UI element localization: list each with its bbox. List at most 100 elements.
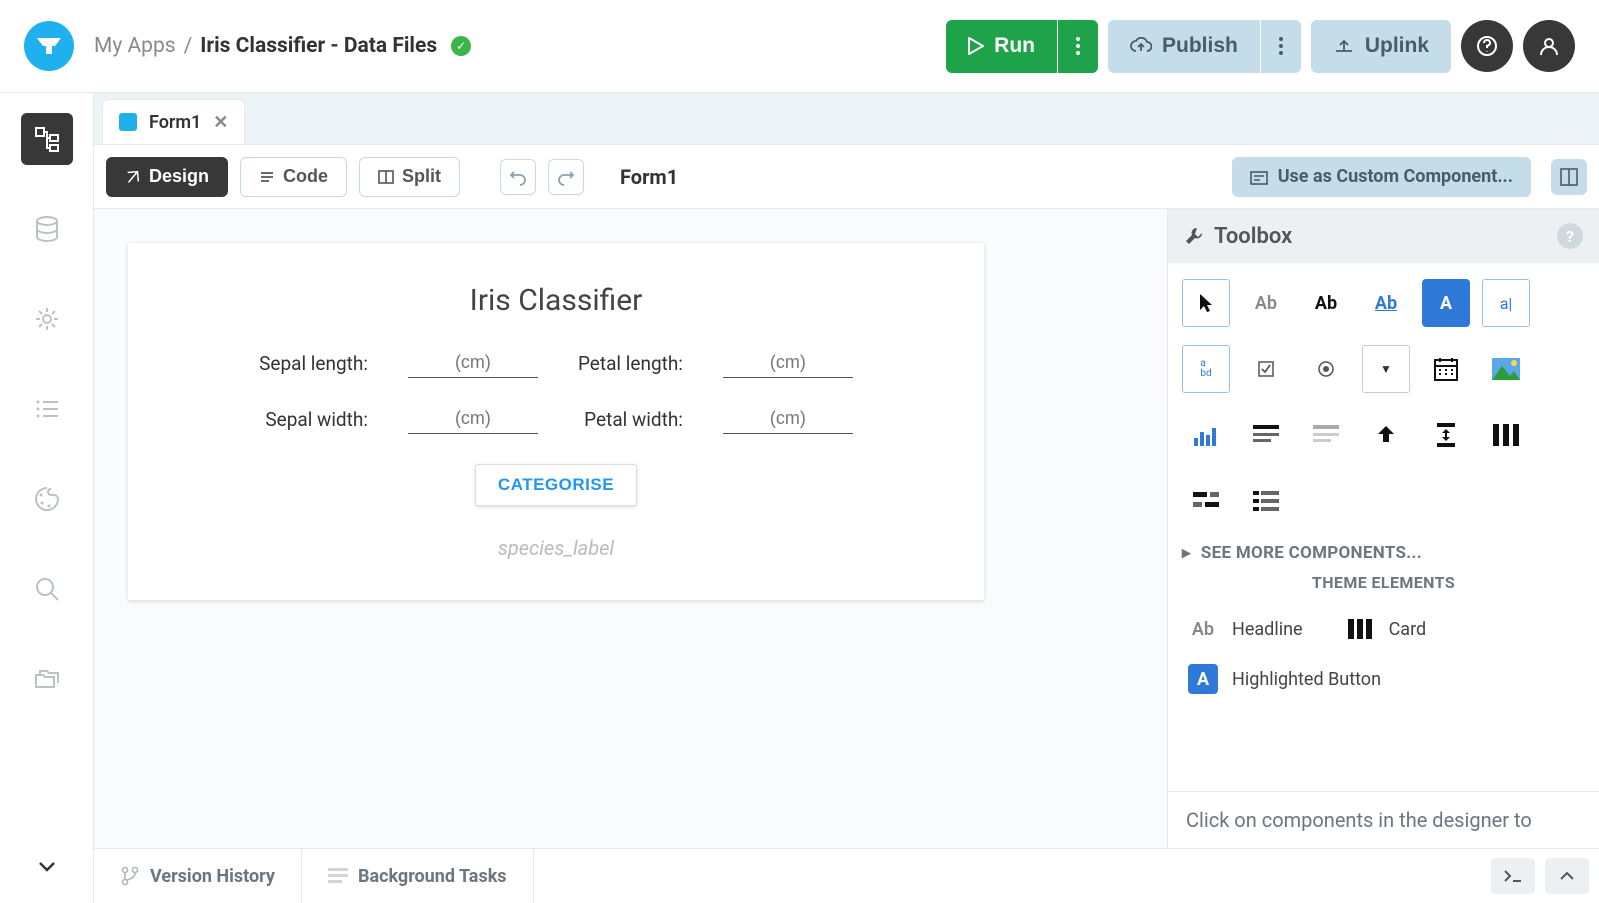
input-petal-width[interactable] xyxy=(723,404,853,434)
tool-rich-text[interactable] xyxy=(1242,411,1290,459)
theme-headline[interactable]: Ab Headline xyxy=(1182,604,1309,654)
form-file-icon xyxy=(119,113,137,131)
console-button[interactable] xyxy=(1491,858,1535,894)
rail-settings[interactable] xyxy=(21,293,73,345)
uplink-label: Uplink xyxy=(1365,34,1429,58)
tool-repeating-panel[interactable] xyxy=(1242,477,1290,525)
tool-text[interactable]: Ab xyxy=(1302,279,1350,327)
run-button[interactable]: Run xyxy=(946,20,1057,73)
toolbox-title: Toolbox xyxy=(1214,224,1292,249)
undo-button[interactable] xyxy=(500,159,536,195)
species-label[interactable]: species_label xyxy=(498,536,614,560)
form-title[interactable]: Iris Classifier xyxy=(470,283,643,318)
tool-data-grid[interactable] xyxy=(1302,411,1350,459)
tool-checkbox[interactable] xyxy=(1242,345,1290,393)
highlighted-button-icon: A xyxy=(1188,664,1218,694)
tool-textarea[interactable]: abd xyxy=(1182,345,1230,393)
tool-plot[interactable] xyxy=(1182,411,1230,459)
caret-right-icon: ▸ xyxy=(1182,543,1191,563)
breadcrumb-root[interactable]: My Apps xyxy=(94,34,176,58)
input-petal-length[interactable] xyxy=(723,348,853,378)
rail-expand[interactable] xyxy=(21,851,73,903)
chevron-up-icon xyxy=(1559,871,1575,881)
form-preview[interactable]: Iris Classifier Sepal length: Petal leng… xyxy=(128,243,984,600)
radio-icon xyxy=(1317,360,1335,378)
tool-datepicker[interactable] xyxy=(1422,345,1470,393)
version-history-tab[interactable]: Version History xyxy=(94,849,302,903)
theme-card[interactable]: Card xyxy=(1339,604,1433,654)
see-more-components[interactable]: ▸ SEE MORE COMPONENTS... xyxy=(1182,543,1585,563)
background-tasks-label: Background Tasks xyxy=(358,866,507,887)
tool-spacer[interactable] xyxy=(1422,411,1470,459)
tool-flow-panel[interactable] xyxy=(1182,477,1230,525)
label-sepal-width[interactable]: Sepal width: xyxy=(259,408,368,431)
account-button[interactable] xyxy=(1523,20,1575,72)
folders-icon xyxy=(33,665,61,693)
rail-list[interactable] xyxy=(21,383,73,435)
view-code-button[interactable]: Code xyxy=(240,157,347,197)
background-tasks-tab[interactable]: Background Tasks xyxy=(302,849,534,903)
list-rows-icon xyxy=(1253,491,1279,511)
rail-folders[interactable] xyxy=(21,653,73,705)
pointer-icon xyxy=(1197,292,1215,314)
theme-elements-heading: THEME ELEMENTS xyxy=(1182,573,1585,592)
redo-button[interactable] xyxy=(548,159,584,195)
input-sepal-width[interactable] xyxy=(408,404,538,434)
anvil-logo xyxy=(24,21,74,71)
tool-column-panel[interactable] xyxy=(1482,411,1530,459)
custom-component-button[interactable]: Use as Custom Component... xyxy=(1232,157,1531,197)
search-icon xyxy=(33,575,61,603)
run-more-button[interactable] xyxy=(1058,20,1098,73)
tool-pointer[interactable] xyxy=(1182,279,1230,327)
palette-icon xyxy=(33,485,61,513)
tool-textbox[interactable]: a| xyxy=(1482,279,1530,327)
canvas[interactable]: Iris Classifier Sepal length: Petal leng… xyxy=(94,209,1167,848)
rail-data[interactable] xyxy=(21,203,73,255)
layout-toggle-button[interactable] xyxy=(1551,159,1587,195)
help-button[interactable] xyxy=(1461,20,1513,72)
label-petal-width[interactable]: Petal width: xyxy=(578,408,683,431)
tool-dropdown[interactable]: ▼ xyxy=(1362,345,1410,393)
tool-link[interactable]: Ab xyxy=(1362,279,1410,327)
footer: Version History Background Tasks xyxy=(94,848,1599,903)
uplink-button[interactable]: Uplink xyxy=(1311,20,1451,73)
editor-toolbar: Design Code Split Form1 Use as Custom Co… xyxy=(94,145,1599,209)
toolbox-row-2: abd ▼ xyxy=(1182,345,1585,393)
bar-chart-icon xyxy=(1192,424,1220,446)
columns-icon xyxy=(1493,424,1519,446)
tool-label[interactable]: Ab xyxy=(1242,279,1290,327)
see-more-label: SEE MORE COMPONENTS... xyxy=(1201,543,1422,563)
rail-theme[interactable] xyxy=(21,473,73,525)
database-icon xyxy=(33,215,61,243)
tool-file-upload[interactable] xyxy=(1362,411,1410,459)
breadcrumb: My Apps / Iris Classifier - Data Files ✓ xyxy=(94,34,471,58)
tool-radio[interactable] xyxy=(1302,345,1350,393)
kebab-icon xyxy=(1279,37,1283,55)
collapse-panel-button[interactable] xyxy=(1545,858,1589,894)
file-tab-form1[interactable]: Form1 ✕ xyxy=(102,99,245,144)
label-petal-length[interactable]: Petal length: xyxy=(578,352,683,375)
tasks-icon xyxy=(328,868,348,884)
chevron-down-icon xyxy=(38,861,56,873)
main: Form1 ✕ Design Code Split Form1 Use as C… xyxy=(94,93,1599,848)
input-sepal-length[interactable] xyxy=(408,348,538,378)
categorise-button[interactable]: CATEGORISE xyxy=(475,464,637,506)
publish-button[interactable]: Publish xyxy=(1108,20,1260,73)
properties-hint: Click on components in the designer to xyxy=(1168,791,1599,848)
rail-app-browser[interactable] xyxy=(21,113,73,165)
design-icon xyxy=(125,169,141,185)
toolbox-help-button[interactable]: ? xyxy=(1557,223,1583,249)
label-sepal-length[interactable]: Sepal length: xyxy=(259,352,368,375)
tool-button[interactable]: A xyxy=(1422,279,1470,327)
kebab-icon xyxy=(1076,37,1080,55)
gear-icon xyxy=(33,305,61,333)
view-design-button[interactable]: Design xyxy=(106,157,228,197)
undo-icon xyxy=(509,168,527,186)
publish-more-button[interactable] xyxy=(1261,20,1301,73)
theme-highlighted-button[interactable]: A Highlighted Button xyxy=(1182,654,1585,704)
close-tab-icon[interactable]: ✕ xyxy=(213,112,228,133)
header: My Apps / Iris Classifier - Data Files ✓… xyxy=(0,0,1599,93)
rail-search[interactable] xyxy=(21,563,73,615)
tool-image[interactable] xyxy=(1482,345,1530,393)
view-split-button[interactable]: Split xyxy=(359,157,460,197)
